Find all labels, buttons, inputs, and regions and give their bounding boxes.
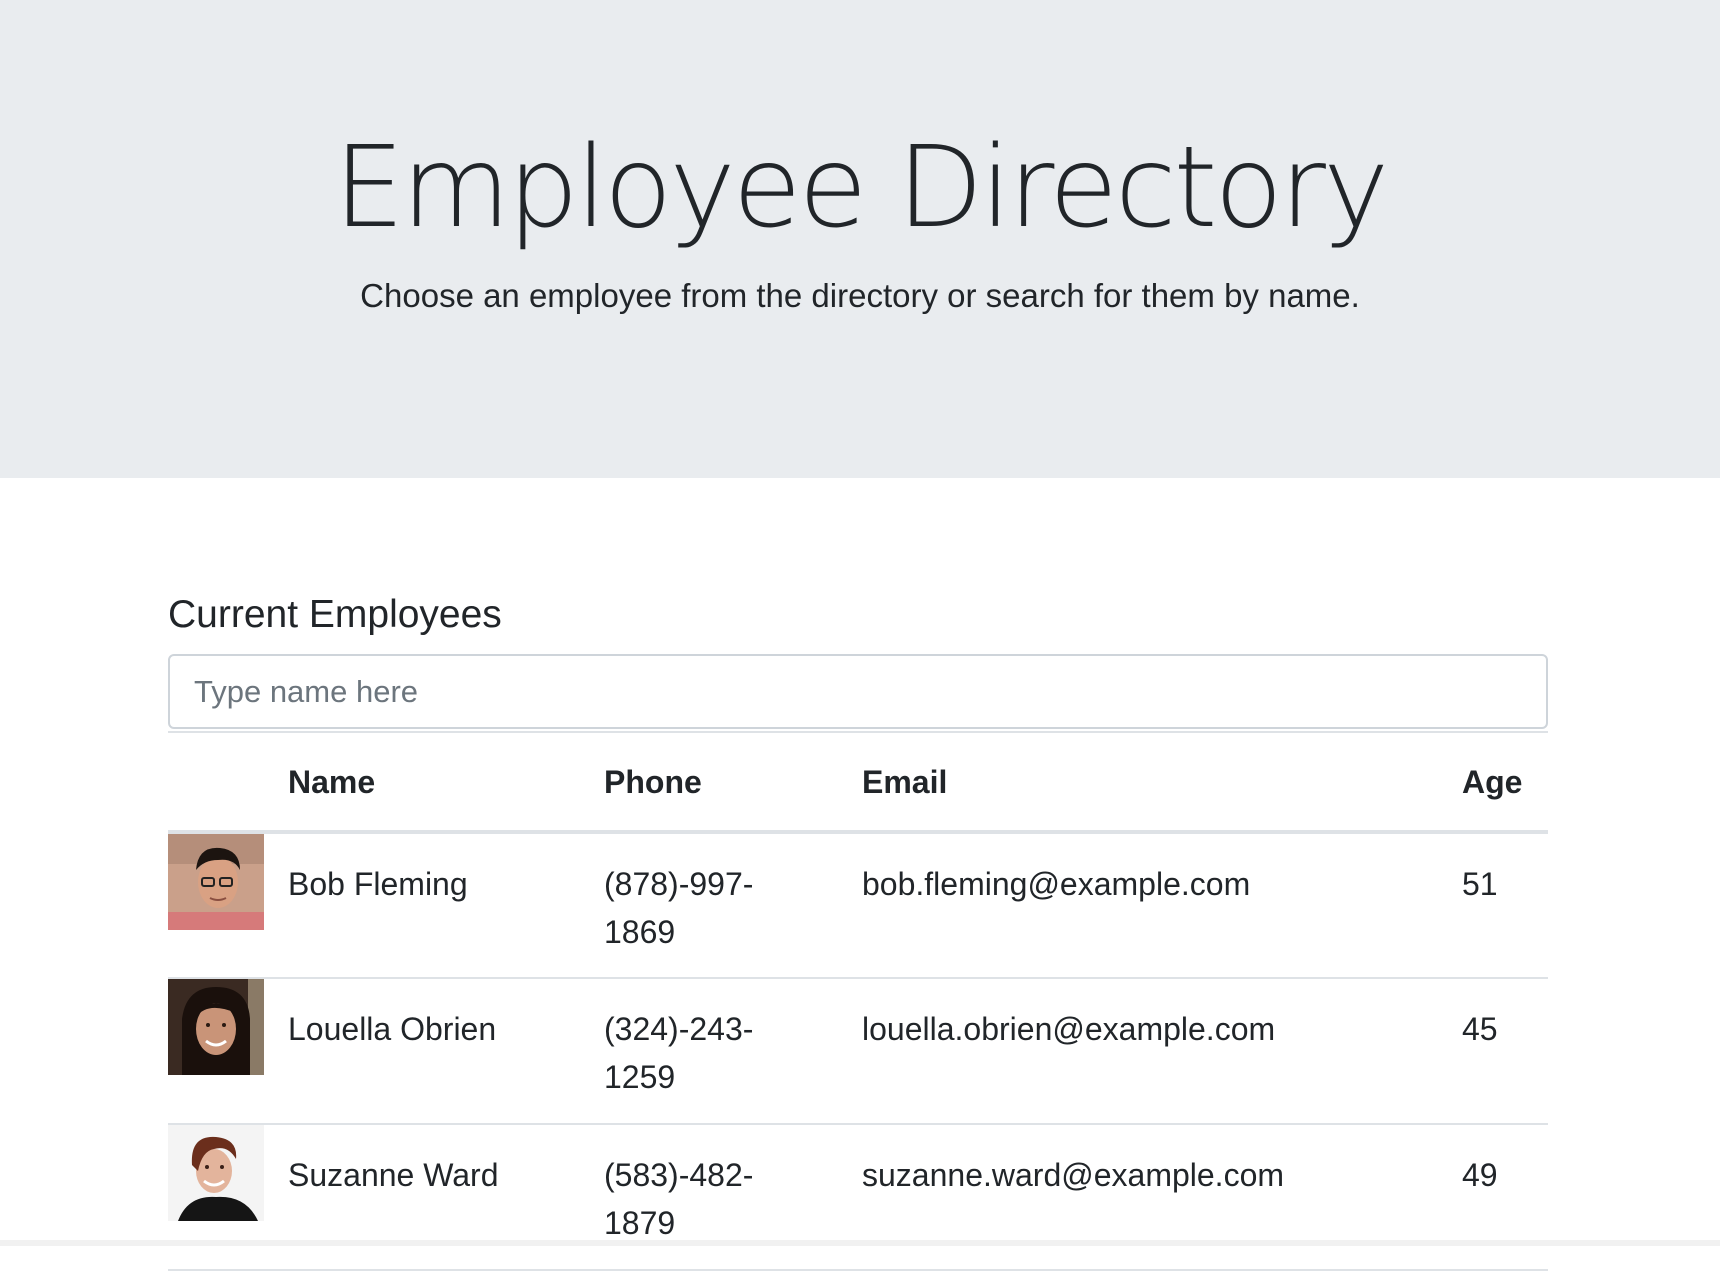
avatar-photo-icon [168,979,264,1075]
column-header-photo [168,732,288,832]
employee-email: suzanne.ward@example.com [862,1157,1285,1193]
avatar [168,834,264,930]
section-title: Current Employees [168,593,502,636]
employee-email: louella.obrien@example.com [862,1011,1276,1047]
page-title: Employee Directory [333,123,1390,253]
employee-phone: (878)-997-1869 [604,866,754,950]
employee-age: 45 [1462,1011,1498,1047]
avatar-photo-icon [168,834,264,930]
photo-cell [168,1124,288,1270]
table-header: Name Phone Email Age [168,732,1548,832]
employee-age: 51 [1462,866,1498,902]
table-row: Suzanne Ward (583)-482-1879 suzanne.ward… [168,1124,1548,1270]
employee-email: bob.fleming@example.com [862,866,1251,902]
avatar [168,979,264,1075]
photo-cell [168,978,288,1124]
table-row: Louella Obrien (324)-243-1259 louella.ob… [168,978,1548,1124]
employee-name: Louella Obrien [288,1011,497,1047]
employee-name: Suzanne Ward [288,1157,499,1193]
employee-table: Name Phone Email Age Bob Fleming (878)-9… [168,731,1548,1271]
search-input[interactable] [168,654,1548,729]
column-header-age: Age [1462,764,1523,800]
window-bottom-edge [0,1240,1720,1246]
header-jumbotron: Employee Directory Choose an employee fr… [0,0,1720,478]
main-content: Current Employees Name Phone Email Age [168,580,1548,1271]
column-header-name[interactable]: Name [288,732,604,832]
employee-phone: (324)-243-1259 [604,1011,754,1095]
photo-cell [168,832,288,978]
employee-name: Bob Fleming [288,866,468,902]
page-subtitle: Choose an employee from the directory or… [360,277,1360,314]
avatar [168,1125,264,1221]
employee-phone: (583)-482-1879 [604,1157,754,1241]
table-header-row: Name Phone Email Age [168,732,1548,832]
employee-age: 49 [1462,1157,1498,1193]
column-header-phone: Phone [604,764,702,800]
table-row: Bob Fleming (878)-997-1869 bob.fleming@e… [168,832,1548,978]
avatar-photo-icon [168,1125,264,1221]
column-header-email: Email [862,764,948,800]
table-body: Bob Fleming (878)-997-1869 bob.fleming@e… [168,832,1548,1270]
